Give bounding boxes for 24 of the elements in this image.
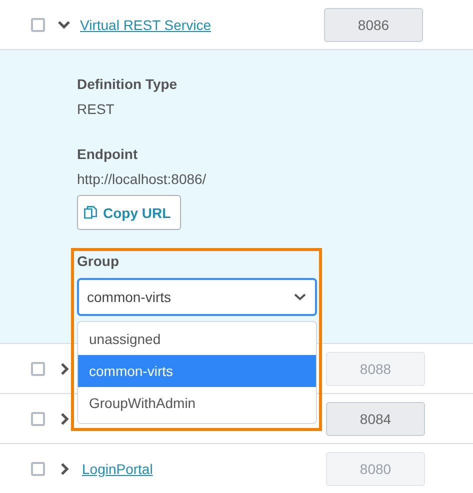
checkbox[interactable] xyxy=(31,362,45,376)
field-label: Definition Type xyxy=(77,75,178,93)
collapse-chevron-icon[interactable] xyxy=(58,20,70,29)
group-dropdown[interactable]: common-virts xyxy=(77,278,317,316)
field-label: Group xyxy=(77,252,120,270)
dropdown-option[interactable]: unassigned xyxy=(78,323,316,355)
service-link[interactable]: Virtual REST Service xyxy=(80,16,211,32)
field-value: REST xyxy=(77,100,116,118)
dropdown-option[interactable]: GroupWithAdmin xyxy=(78,387,316,419)
expand-chevron-icon[interactable] xyxy=(60,462,69,474)
port-field[interactable]: 8086 xyxy=(324,8,423,42)
expand-chevron-icon[interactable] xyxy=(60,412,69,424)
port-field[interactable]: 8084 xyxy=(326,402,425,436)
service-link[interactable]: LoginPortal xyxy=(82,460,153,476)
copy-icon xyxy=(84,206,97,220)
checkbox[interactable] xyxy=(31,462,45,476)
expand-chevron-icon[interactable] xyxy=(60,362,69,374)
dropdown-option[interactable]: common-virts xyxy=(78,355,316,387)
endpoint-url: http://localhost:8086/ xyxy=(77,170,208,188)
checkbox[interactable] xyxy=(31,18,45,32)
checkbox[interactable] xyxy=(31,412,45,426)
dropdown-chevron-icon xyxy=(294,293,306,301)
copy-url-button[interactable]: Copy URL xyxy=(77,195,181,230)
field-label: Endpoint xyxy=(77,145,139,163)
